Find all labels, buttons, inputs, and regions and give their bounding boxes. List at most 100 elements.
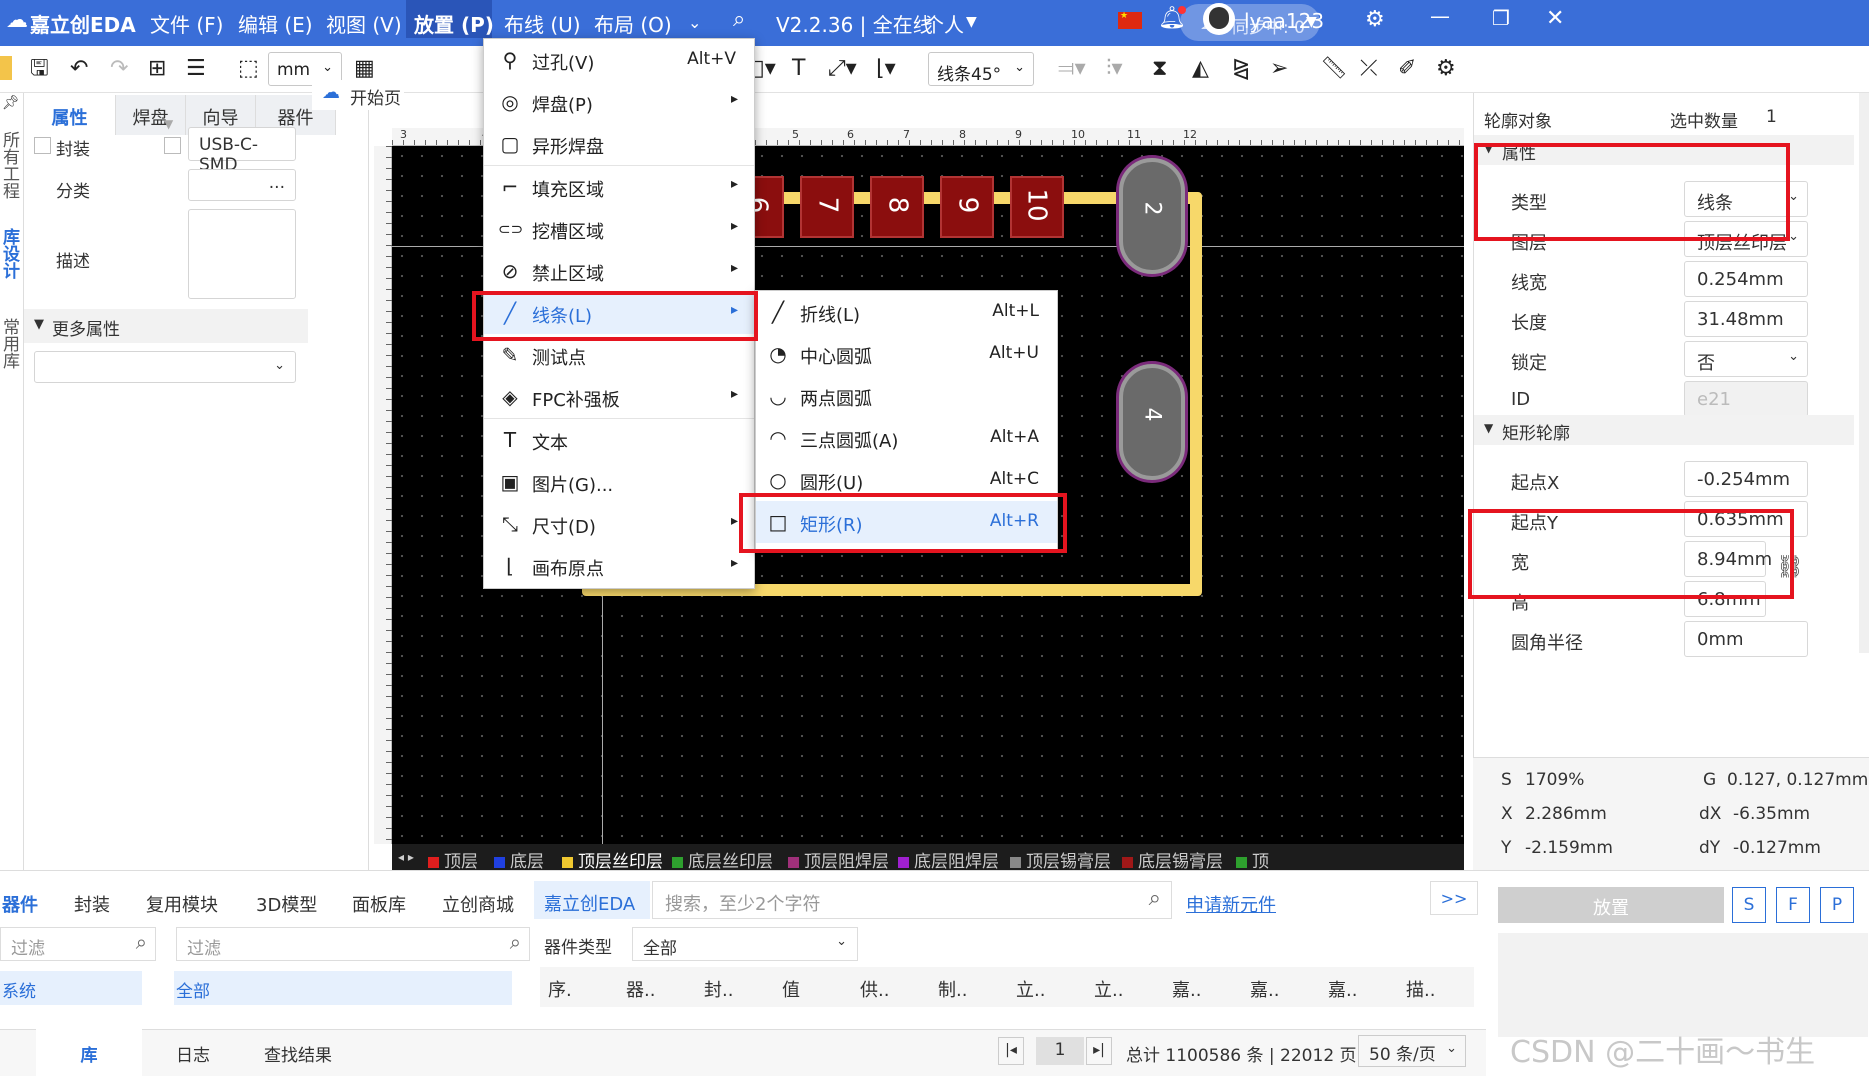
more-properties-header[interactable]: ▼ 更多属性 [24, 309, 308, 343]
scroll-left-icon[interactable]: ◂ ▸ [398, 850, 414, 864]
menu-item-fill-region[interactable]: ⌐ 填充区域 ▸ [484, 166, 754, 208]
start-x-input[interactable]: -0.254mm [1684, 461, 1808, 497]
user-dropdown-icon[interactable]: ▼ [1306, 14, 1317, 30]
menu-item-canvas-origin[interactable]: ⌊ 画布原点 ▸ [484, 545, 754, 587]
more-properties-select[interactable]: ⌄ [34, 351, 296, 383]
menu-item-image[interactable]: ▣ 图片(G)... [484, 461, 754, 503]
column-header[interactable]: 嘉.. [1250, 976, 1279, 1002]
text-tool-icon[interactable]: T [792, 57, 805, 81]
redo-icon[interactable]: ↷ [110, 57, 128, 81]
menu-item-via[interactable]: ⚲ 过孔(V) Alt+V [484, 39, 754, 81]
column-header[interactable]: 立.. [1094, 976, 1123, 1002]
gear-icon[interactable]: ⚙ [1365, 7, 1385, 32]
tab-lcsc-mall[interactable]: 立创商城 [442, 891, 514, 917]
preview-button[interactable]: P [1820, 887, 1854, 923]
ruler-icon[interactable]: 📏︎ [1320, 57, 1348, 81]
menu-route[interactable]: 布线 (U) [504, 9, 581, 38]
calculator-icon[interactable]: ▦ [354, 57, 375, 81]
category-field[interactable]: ... [188, 169, 296, 201]
tab-jlc-eda[interactable]: 嘉立创EDA [534, 881, 650, 919]
length-input[interactable]: 31.48mm [1684, 301, 1808, 337]
expand-button[interactable]: >> [1430, 881, 1478, 915]
tab-all-projects[interactable]: 所有工程 [0, 131, 19, 199]
distribute-icon[interactable]: ⫶▾ [1106, 57, 1123, 81]
menu-file[interactable]: 文件 (F) [150, 9, 223, 38]
menu-item-dimension[interactable]: ⤡ 尺寸(D) ▸ [484, 503, 754, 545]
grid-icon[interactable]: ⊞ [148, 57, 166, 81]
through-hole-pin[interactable]: 2 [1119, 158, 1185, 274]
column-header[interactable]: 制.. [938, 976, 967, 1002]
submenu-item-three-point-arc[interactable]: ◠ 三点圆弧(A) Alt+A [756, 417, 1057, 459]
page-number[interactable]: 1 [1036, 1037, 1084, 1065]
pin-icon[interactable]: 📌︎ [2, 95, 20, 111]
pad[interactable]: 10 [1010, 176, 1064, 238]
column-header[interactable]: 嘉.. [1172, 976, 1201, 1002]
apply-new-component-link[interactable]: 申请新元件 [1186, 891, 1276, 917]
chevron-down-icon[interactable]: ⌄ [688, 13, 701, 32]
layer-top[interactable]: 顶层 [428, 847, 478, 870]
tab-reuse-modules[interactable]: 复用模块 [146, 891, 218, 917]
scrollbar[interactable] [1859, 93, 1869, 653]
tab-library[interactable]: 库 [36, 1029, 142, 1076]
filter-input-tree[interactable]: 过滤 ⌕ [176, 927, 530, 961]
pad[interactable]: 7 [800, 176, 854, 238]
column-header[interactable]: 值 [782, 976, 800, 1002]
menu-item-fpc-stiffener[interactable]: ◈ FPC补强板 ▸ [484, 376, 754, 418]
layer-bottom-silk[interactable]: 底层丝印层 [672, 847, 773, 870]
through-hole-pin[interactable]: 4 [1119, 364, 1185, 480]
undo-icon[interactable]: ↶ [70, 57, 88, 81]
china-flag-icon[interactable]: ★ [1118, 11, 1142, 29]
pad[interactable]: 9 [940, 176, 994, 238]
search-icon[interactable]: ⌕ [1149, 886, 1161, 911]
menu-item-special-pad[interactable]: ▢ 异形焊盘 [484, 123, 754, 165]
package-checkbox[interactable] [34, 137, 51, 154]
tab-library-design[interactable]: 库设计 [0, 228, 19, 279]
column-header[interactable]: 嘉.. [1328, 976, 1357, 1002]
folder-icon[interactable] [0, 56, 12, 80]
menu-item-pad[interactable]: ◎ 焊盘(P) ▸ [484, 81, 754, 123]
tab-3d-models[interactable]: 3D模型 [256, 891, 317, 917]
tab-common-library[interactable]: 常用库 [0, 318, 19, 369]
submenu-item-polyline[interactable]: ╱ 折线(L) Alt+L [756, 291, 1057, 333]
package-value-checkbox[interactable] [164, 137, 181, 154]
search-icon[interactable]: ⌕ [733, 7, 745, 32]
layer-top-silk[interactable]: 顶层丝印层 [562, 847, 663, 870]
tab-properties[interactable]: 属性 [24, 95, 116, 135]
close-icon[interactable]: ✕ [1546, 6, 1564, 31]
tab-components[interactable]: 器件 [2, 891, 38, 917]
component-type-select[interactable]: 全部 ⌄ [632, 927, 858, 961]
footprint-button[interactable]: F [1776, 887, 1810, 923]
send-icon[interactable]: ➢ [1270, 57, 1288, 81]
symbol-button[interactable]: S [1732, 887, 1766, 923]
pad[interactable]: 8 [870, 176, 924, 238]
mode-label[interactable]: 个人 [924, 9, 964, 38]
column-header[interactable]: 描.. [1406, 976, 1435, 1002]
layer-top-paste[interactable]: 顶层锡膏层 [1010, 847, 1111, 870]
flip-horizontal-icon[interactable]: ⧗ [1152, 57, 1167, 81]
menu-place[interactable]: 放置 (P) [406, 0, 494, 38]
tree-all[interactable]: 全部 [174, 971, 512, 1005]
avatar[interactable] [1203, 3, 1235, 35]
page-size-select[interactable]: 50 条/页 ⌄ [1358, 1035, 1466, 1067]
layer-bottom[interactable]: 底层 [494, 847, 544, 870]
menu-view[interactable]: 视图 (V) [326, 9, 402, 38]
origin-tool-icon[interactable]: ⌊▾ [876, 57, 896, 81]
column-header[interactable]: 器.. [626, 976, 655, 1002]
menu-item-slot-region[interactable]: ⊂⊃ 挖槽区域 ▸ [484, 208, 754, 250]
align-icon[interactable]: ⫤▾ [1058, 57, 1086, 81]
submenu-item-two-point-arc[interactable]: ◡ 两点圆弧 [756, 375, 1057, 417]
section-rect-header[interactable]: ▼ 矩形轮廓 [1474, 415, 1854, 445]
column-header[interactable]: 封.. [704, 976, 733, 1002]
flip-vertical-icon[interactable]: ◭ [1192, 57, 1209, 81]
list-icon[interactable]: ☰ [186, 57, 206, 81]
package-value-field[interactable]: USB-C-SMD [188, 127, 296, 175]
tab-start-page[interactable]: ☁ 开始页 [312, 80, 404, 110]
route-icon[interactable]: ⤫ [1360, 57, 1378, 81]
settings-icon[interactable]: ⚙ [1436, 57, 1456, 81]
layer-bottom-paste[interactable]: 底层锡膏层 [1122, 847, 1223, 870]
place-button[interactable]: 放置 [1498, 887, 1724, 923]
dimension-tool-icon[interactable]: ⤢▾ [828, 57, 857, 81]
menu-layout[interactable]: 布局 (O) [594, 9, 672, 38]
minimize-icon[interactable]: — [1430, 4, 1450, 28]
tab-panel-library[interactable]: 面板库 [352, 891, 406, 917]
